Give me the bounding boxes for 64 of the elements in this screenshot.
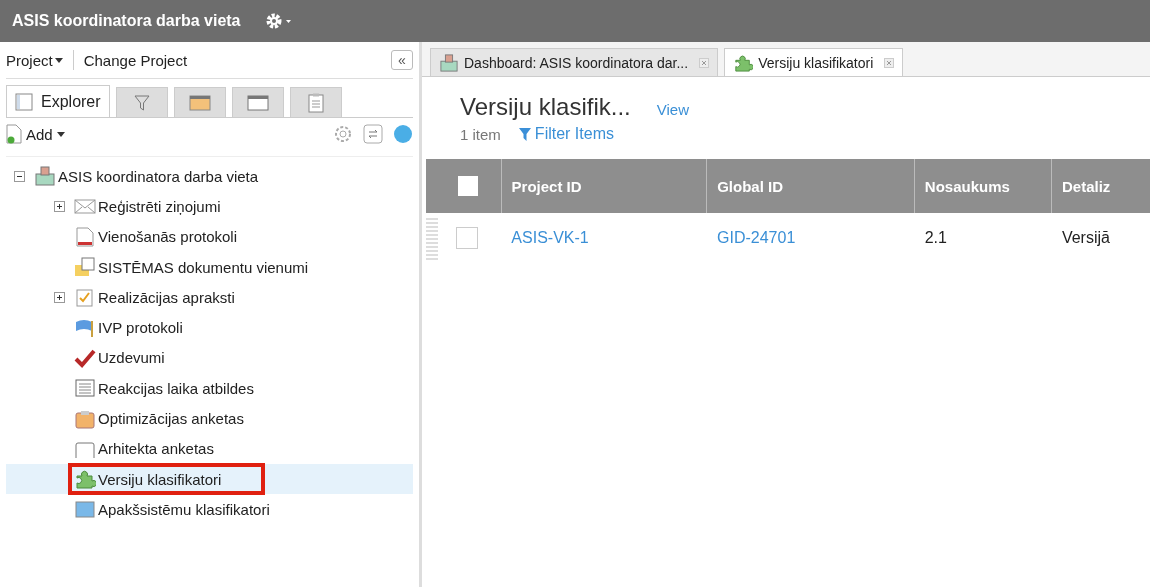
tree-item[interactable]: Vienošanās protokoli (68, 220, 247, 253)
new-document-icon (6, 124, 22, 144)
project-menu[interactable]: Project (6, 51, 63, 69)
clipboard-tab[interactable] (289, 87, 342, 117)
checkmark-icon (74, 347, 96, 368)
item-count: 1 item (460, 125, 501, 143)
document-icon (74, 226, 96, 247)
document-tab[interactable]: Dashboard: ASIS koordinatora dar... (430, 48, 719, 76)
close-icon[interactable] (884, 57, 895, 68)
view-link[interactable]: View (656, 101, 689, 118)
grid-tab[interactable] (173, 87, 226, 117)
list-icon (74, 378, 96, 399)
filter-icon (518, 127, 531, 141)
tree-item[interactable]: IVP protokoli (68, 311, 193, 344)
select-all-checkbox[interactable] (458, 176, 479, 196)
document-tab[interactable]: Versiju klasifikatori (724, 48, 904, 76)
row-drag-handle[interactable] (426, 216, 438, 260)
tree-item[interactable]: Optimizācijas anketas (68, 402, 254, 435)
tree-item[interactable]: Versiju klasifikatori (68, 463, 266, 496)
tree-item[interactable]: Realizācijas apraksti (68, 281, 245, 314)
caret-icon (54, 57, 63, 63)
page-title: Versiju klasifik... (460, 93, 631, 121)
puzzle-icon (74, 469, 96, 490)
table-cell-text: 2.1 (923, 228, 948, 248)
envelope-icon (74, 196, 96, 217)
clipboard-icon (307, 92, 324, 113)
row-checkbox[interactable] (456, 227, 478, 249)
folder-document-icon (74, 257, 96, 278)
add-button[interactable]: Add (6, 124, 65, 144)
refresh-icon[interactable] (363, 124, 383, 144)
window-icon (246, 94, 269, 111)
collapse-button[interactable]: « (391, 50, 413, 70)
window-icon (74, 499, 96, 520)
tree-item[interactable]: Reakcijas laika atbildes (68, 372, 264, 405)
tree-item[interactable]: Arhitekta anketas (68, 432, 224, 465)
clipboard-icon (74, 408, 96, 429)
tree-item[interactable]: SISTĒMAS dokumentu vienumi (68, 251, 319, 284)
app-title: ASIS koordinatora darba vieta (12, 12, 241, 30)
checklist-icon (74, 287, 96, 308)
building-blocks-icon (34, 166, 56, 187)
tree-item[interactable]: Uzdevumi (68, 341, 175, 374)
change-project-link[interactable]: Change Project (83, 51, 188, 69)
window-tab[interactable] (231, 87, 284, 117)
table-cell-text: Versijā (1060, 228, 1111, 248)
expander-icon[interactable] (54, 291, 68, 303)
explorer-tab[interactable]: Explorer (6, 85, 110, 117)
caret-icon (56, 131, 65, 137)
calendar-icon (188, 94, 211, 111)
tree-item[interactable]: ASIS koordinatora darba vieta (28, 160, 269, 193)
flag-icon (74, 317, 96, 338)
settings-icon[interactable] (333, 124, 353, 144)
tree-item[interactable]: Reģistrēti ziņojumi (68, 190, 231, 223)
tree-item[interactable]: Apakšsistēmu klasifikatori (68, 493, 280, 526)
filter-tab[interactable] (115, 87, 168, 117)
building-blocks-icon (439, 53, 459, 72)
table-cell[interactable]: ASIS-VK-1 (501, 213, 708, 263)
puzzle-icon (733, 53, 754, 72)
expander-icon[interactable] (14, 170, 28, 182)
close-icon[interactable] (699, 57, 710, 68)
panel-icon (15, 92, 33, 111)
help-icon[interactable] (393, 124, 413, 144)
expander-icon[interactable] (54, 200, 68, 212)
filter-items-link[interactable]: Filter Items (518, 125, 614, 143)
filter-icon (132, 93, 151, 112)
